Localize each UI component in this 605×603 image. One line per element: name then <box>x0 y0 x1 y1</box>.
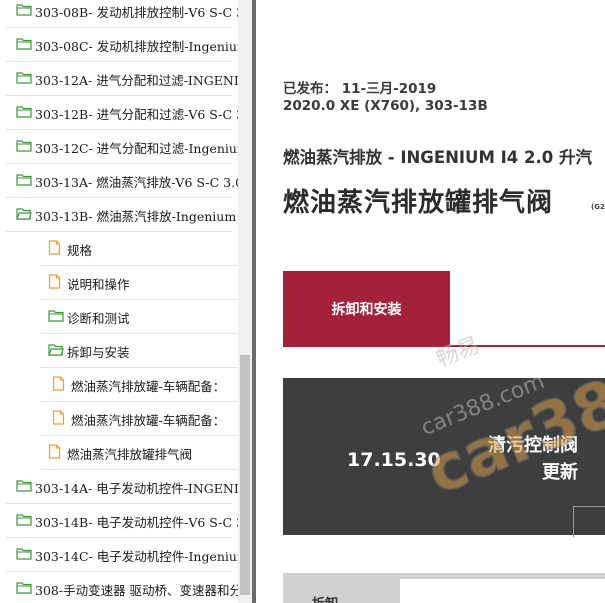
procedure-card: 17.15.30 清污控制阀 更新 <box>283 378 605 537</box>
tree-item[interactable]: 303-12A- 进气分配和过滤-INGENIU <box>0 62 238 96</box>
tree-item[interactable]: 303-08C- 发动机排放控制-Ingenium <box>0 28 238 62</box>
navigation-tree: 303-08B- 发动机排放控制-V6 S-C 3 303-08C- 发动机排放控… <box>0 0 238 603</box>
tree-item[interactable]: 燃油蒸汽排放罐-车辆配备： <box>0 402 238 436</box>
tree-item[interactable]: 303-13B- 燃油蒸汽排放-Ingenium I4 <box>0 198 238 232</box>
folder-icon <box>16 37 32 53</box>
document-title: 燃油蒸汽排放罐排气阀 <box>283 188 554 218</box>
tree-item-label: 诊断和测试 <box>67 310 130 326</box>
tree-item-label: 燃油蒸汽排放罐-车辆配备： <box>71 378 226 394</box>
tree-item-label: 303-12C- 进气分配和过滤-Ingenium <box>35 140 238 156</box>
published-date: 已发布： 11-三月-2019 <box>283 81 437 97</box>
tree-item-label: 303-08B- 发动机排放控制-V6 S-C 3 <box>35 4 238 20</box>
document-icon <box>52 376 65 394</box>
tree-item-label: 燃油蒸汽排放罐-车辆配备： <box>71 412 226 428</box>
tree-item[interactable]: 303-12C- 进气分配和过滤-Ingenium <box>0 130 238 164</box>
folder-open-icon <box>16 207 32 223</box>
section-header-bar: 拆卸 <box>283 573 605 603</box>
tree-item[interactable]: 燃油蒸汽排放罐-车辆配备： <box>0 368 238 402</box>
section-removal-label: 拆卸 <box>312 593 338 603</box>
publication-info: 已发布： 11-三月-2019 2020.0 XE (X760), 303-13… <box>283 81 488 115</box>
tab-removal-installation[interactable]: 拆卸和安装 <box>283 271 450 346</box>
tree-item[interactable]: 拆卸与安装 <box>0 334 238 368</box>
tree-item-label: 303-14A- 电子发动机控件-INGENIU <box>35 480 238 496</box>
procedure-title: 清污控制阀 更新 <box>488 432 578 486</box>
tree-item-label: 303-13B- 燃油蒸汽排放-Ingenium I4 <box>35 208 238 224</box>
tree-item[interactable]: 303-13A- 燃油蒸汽排放-V6 S-C 3.0 <box>0 164 238 198</box>
procedure-code: 17.15.30 <box>347 449 441 471</box>
folder-icon <box>16 581 32 597</box>
tab-underline <box>283 345 605 347</box>
tree-scrollbar-thumb[interactable] <box>240 355 250 595</box>
folder-open-icon <box>48 343 64 359</box>
tree-item-label: 303-12B- 进气分配和过滤-V6 S-C 3 <box>35 106 238 122</box>
section-header-blank <box>400 579 605 603</box>
document-icon <box>48 240 61 258</box>
tree-item[interactable]: 诊断和测试 <box>0 300 238 334</box>
document-icon <box>52 410 65 428</box>
tree-item[interactable]: 308-手动变速器 驱动桥、变速器和分动 <box>0 572 238 603</box>
tree-item[interactable]: 303-08B- 发动机排放控制-V6 S-C 3 <box>0 0 238 28</box>
procedure-title-line1: 清污控制阀 <box>488 435 578 456</box>
tree-item[interactable]: 303-14C- 电子发动机控件-Ingenium <box>0 538 238 572</box>
tree-item[interactable]: 303-14A- 电子发动机控件-INGENIU <box>0 470 238 504</box>
tree-item[interactable]: 303-14B- 电子发动机控件-V6 S-C 3 <box>0 504 238 538</box>
tree-item[interactable]: 说明和操作 <box>0 266 238 300</box>
folder-icon <box>16 105 32 121</box>
folder-icon <box>16 139 32 155</box>
tree-item-label: 拆卸与安装 <box>67 344 130 360</box>
folder-icon <box>16 71 32 87</box>
folder-icon <box>16 3 32 19</box>
folder-icon <box>16 513 32 529</box>
tree-item-label: 规格 <box>67 242 93 258</box>
tree-item-label: 303-14B- 电子发动机控件-V6 S-C 3 <box>35 514 238 530</box>
tree-item-label: 说明和操作 <box>67 276 130 292</box>
folder-icon <box>16 547 32 563</box>
folder-icon <box>16 173 32 189</box>
tree-item-label: 308-手动变速器 驱动桥、变速器和分动 <box>35 582 238 598</box>
vehicle-info: 2020.0 XE (X760), 303-13B <box>283 98 488 114</box>
tree-item-label: 303-12A- 进气分配和过滤-INGENIU <box>35 72 238 88</box>
tree-item-label: 燃油蒸汽排放罐排气阀 <box>67 446 193 462</box>
document-icon <box>48 444 61 462</box>
procedure-card-inner-box <box>573 506 605 537</box>
tree-item[interactable]: 燃油蒸汽排放罐排气阀 <box>0 436 238 470</box>
document-subtitle: 燃油蒸汽排放 - INGENIUM I4 2.0 升汽 <box>283 148 592 167</box>
tree-item[interactable]: 303-12B- 进气分配和过滤-V6 S-C 3 <box>0 96 238 130</box>
procedure-title-line2: 更新 <box>542 462 578 483</box>
folder-icon <box>16 479 32 495</box>
tree-item-label: 303-14C- 电子发动机控件-Ingenium <box>35 548 238 564</box>
tree-item-label: 303-08C- 发动机排放控制-Ingenium <box>35 38 238 54</box>
tree-item[interactable]: 规格 <box>0 232 238 266</box>
folder-icon <box>48 309 64 325</box>
document-icon <box>48 274 61 292</box>
title-code: (G2 <box>591 203 605 211</box>
tree-item-label: 303-13A- 燃油蒸汽排放-V6 S-C 3.0 <box>35 174 238 190</box>
document-view: 已发布： 11-三月-2019 2020.0 XE (X760), 303-13… <box>256 0 605 603</box>
